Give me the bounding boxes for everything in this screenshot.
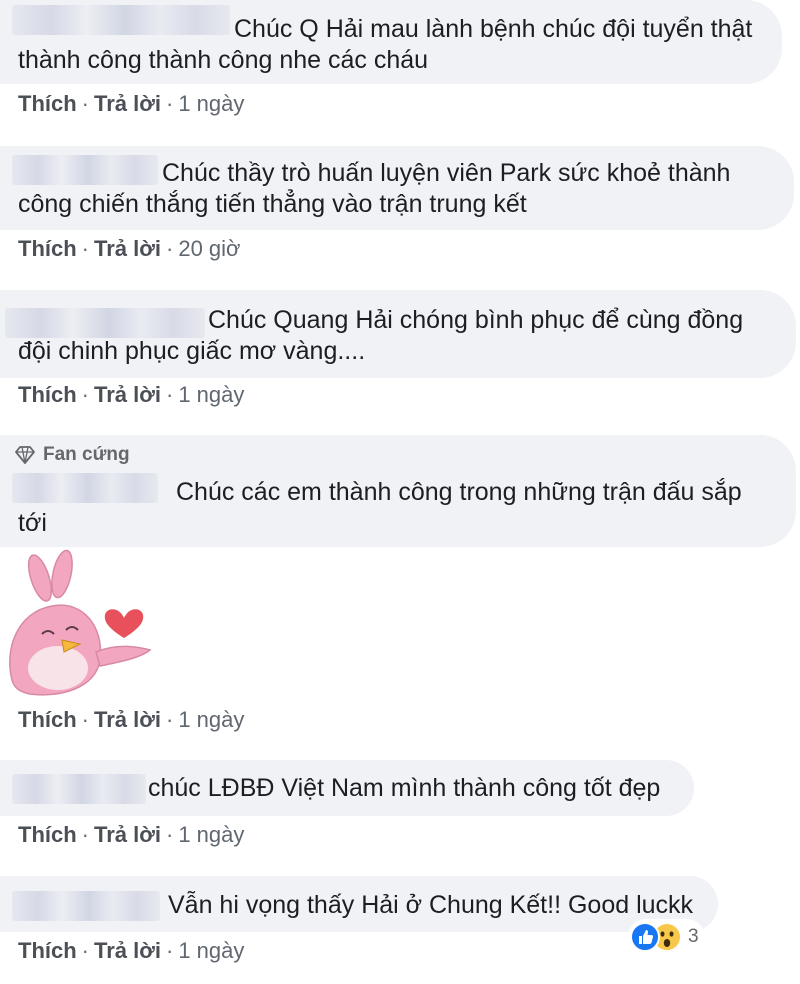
separator: · [81,822,89,847]
comment-text: Chúc Q Hải mau lành bệnh chúc đội tuyển … [18,14,752,76]
comment-text: Chúc thầy trò huấn luyện viên Park sức k… [18,158,730,220]
comment-text-line: tới [18,509,47,537]
separator: · [166,382,174,407]
reply-link[interactable]: Trả lời [94,382,161,407]
comment-text: Chúc Quang Hải chóng bình phục để cùng đ… [18,305,743,367]
like-reaction-icon [630,922,660,952]
separator: · [81,938,89,963]
comment-text-line: chúc LĐBĐ Việt Nam mình thành công tốt đ… [148,774,661,802]
comment-text-line: Chúc Quang Hải chóng bình phục để cùng đ… [208,306,744,334]
comment-actions: Thích · Trả lời · 1 ngày [18,382,244,408]
reaction-summary[interactable]: 3 [628,919,705,955]
reply-link[interactable]: Trả lời [94,707,161,732]
comment-text-line: Chúc các em thành công trong những trận … [176,478,742,506]
comment-actions: Thích · Trả lời · 1 ngày [18,938,244,964]
top-fan-badge: Fan cứng [15,444,130,466]
comment-text: Vẫn hi vọng thấy Hải ở Chung Kết!! Good … [18,890,693,921]
comment-text-line: đội chinh phục giấc mơ vàng.... [18,337,366,365]
comment-text-line: Vẫn hi vọng thấy Hải ở Chung Kết!! Good … [168,891,694,919]
like-link[interactable]: Thích [18,938,77,963]
badge-label: Fan cứng [43,444,130,465]
reply-link[interactable]: Trả lời [94,91,161,116]
comment-timestamp[interactable]: 20 giờ [178,236,240,261]
reply-link[interactable]: Trả lời [94,236,161,261]
comment-text: Chúc các em thành công trong những trận … [18,477,742,539]
separator: · [166,707,174,732]
separator: · [166,91,174,116]
like-link[interactable]: Thích [18,91,77,116]
reaction-count: 3 [688,926,699,947]
comment-timestamp[interactable]: 1 ngày [178,938,244,963]
separator: · [81,382,89,407]
separator: · [81,707,89,732]
comment-text-line: công chiến thắng tiến thẳng vào trận tru… [18,190,527,218]
comment-timestamp[interactable]: 1 ngày [178,91,244,116]
like-link[interactable]: Thích [18,382,77,407]
diamond-icon [15,446,35,464]
comment-text: chúc LĐBĐ Việt Nam mình thành công tốt đ… [18,773,660,804]
comment-actions: Thích · Trả lời · 1 ngày [18,91,244,117]
separator: · [166,822,174,847]
comment-actions: Thích · Trả lời · 20 giờ [18,236,240,262]
separator: · [166,938,174,963]
comment-text-line: thành công thành công nhe các cháu [18,46,429,74]
like-link[interactable]: Thích [18,236,77,261]
separator: · [81,236,89,261]
comment-text-line: Chúc Q Hải mau lành bệnh chúc đội tuyển … [234,15,753,43]
pink-bird-blowing-kiss-sticker[interactable] [0,548,160,708]
reply-link[interactable]: Trả lời [94,822,161,847]
comment-text-line: Chúc thầy trò huấn luyện viên Park sức k… [162,159,731,187]
comment-timestamp[interactable]: 1 ngày [178,707,244,732]
separator: · [81,91,89,116]
comment-actions: Thích · Trả lời · 1 ngày [18,822,244,848]
separator: · [166,236,174,261]
like-link[interactable]: Thích [18,707,77,732]
comment-timestamp[interactable]: 1 ngày [178,382,244,407]
comment-timestamp[interactable]: 1 ngày [178,822,244,847]
like-link[interactable]: Thích [18,822,77,847]
comment-actions: Thích · Trả lời · 1 ngày [18,707,244,733]
reply-link[interactable]: Trả lời [94,938,161,963]
